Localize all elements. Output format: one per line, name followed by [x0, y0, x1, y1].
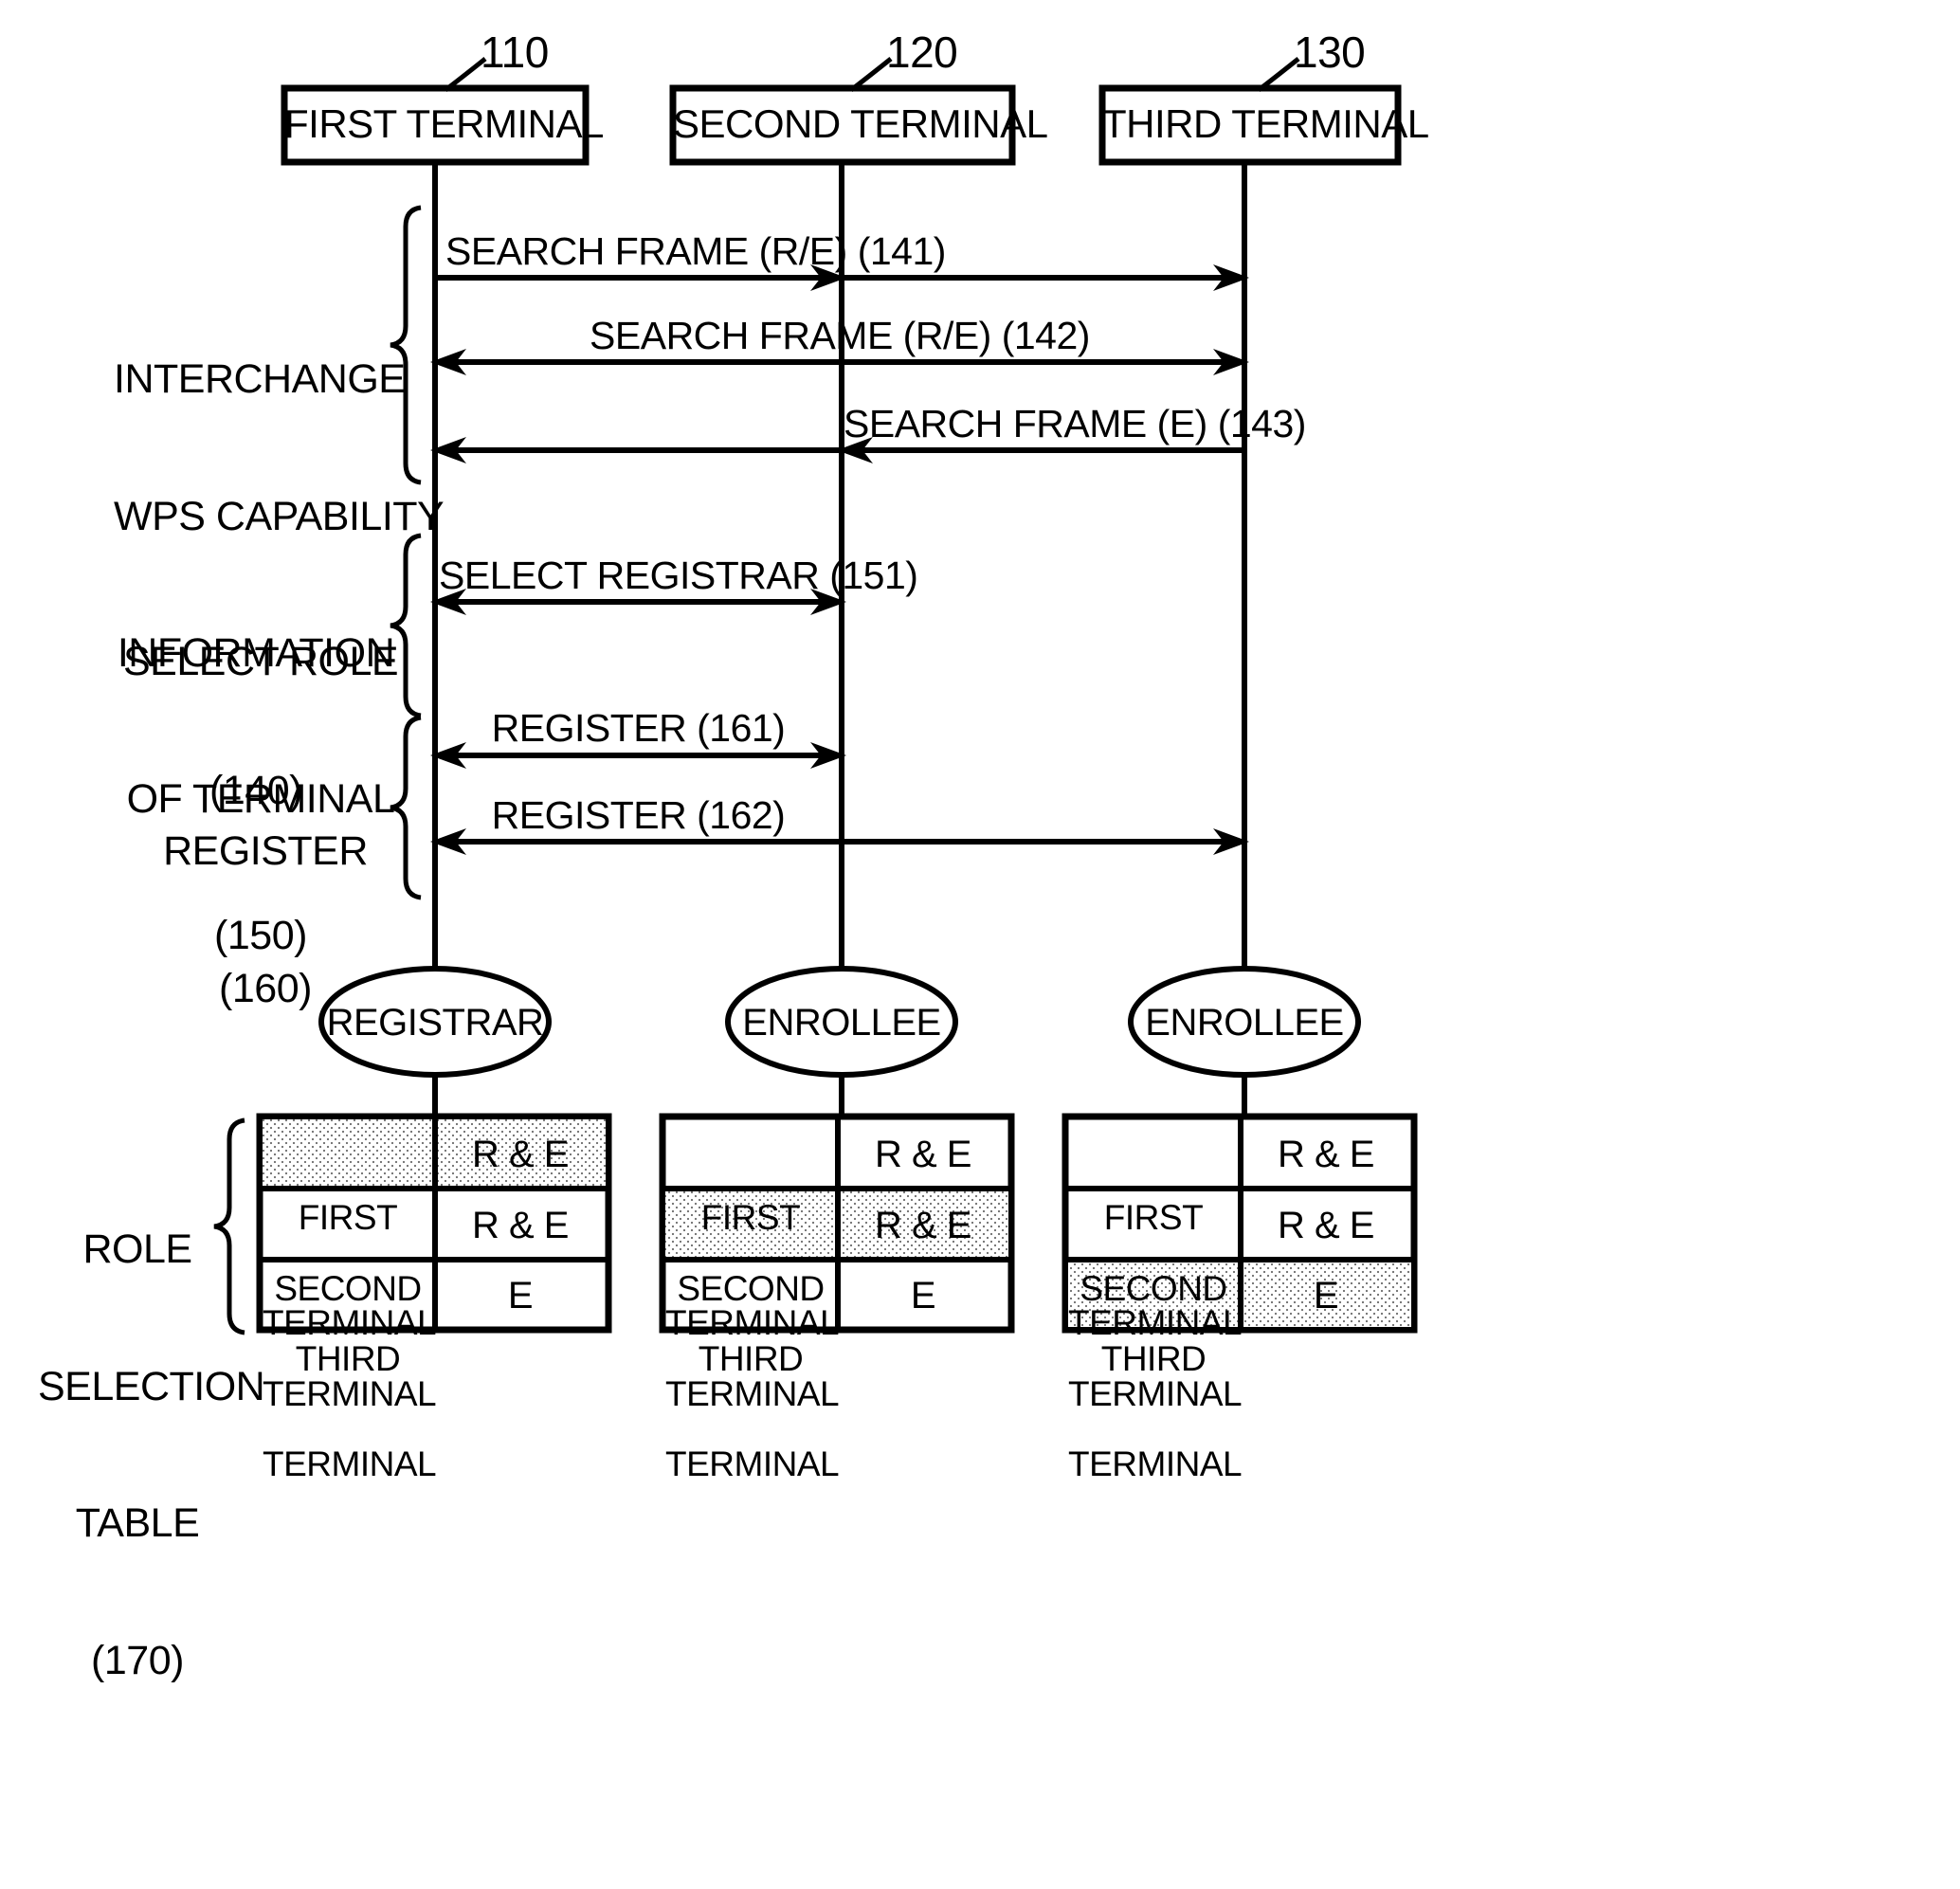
phase-label-170-line2: SELECTION	[38, 1363, 265, 1409]
table-cell-value: E	[1313, 1275, 1339, 1317]
phase-label-140-line1: INTERCHANGE	[114, 356, 406, 403]
table-cell-value: R & E	[875, 1205, 971, 1246]
table-cell-value: R & E	[1278, 1205, 1374, 1246]
table-row-name: THIRD TERMINAL	[665, 1271, 840, 1552]
cell-name-line1: THIRD	[1100, 1339, 1207, 1378]
table-cell-value: R & E	[472, 1134, 569, 1175]
table-row-name: THIRD TERMINAL	[263, 1271, 437, 1552]
table-cell-value: E	[507, 1275, 534, 1317]
table-cell-value: E	[910, 1275, 936, 1317]
role-label-130: ENROLLEE	[1145, 1002, 1344, 1044]
phase-label-150-line1: SELECT ROLE	[123, 639, 399, 685]
phase-label-170: ROLE SELECTION TABLE (170)	[38, 1135, 265, 1774]
cell-name-line1: THIRD	[295, 1339, 401, 1378]
phase-label-160: REGISTER (160)	[142, 737, 389, 1102]
table-cell-value: R & E	[472, 1205, 569, 1246]
table-cell-value: R & E	[875, 1134, 971, 1175]
cell-name-line2: TERMINAL	[1068, 1444, 1243, 1483]
terminal-label-130: THIRD TERMINAL	[1102, 101, 1429, 146]
table-row-name: THIRD TERMINAL	[1068, 1271, 1243, 1552]
table-cell-value: R & E	[1278, 1134, 1374, 1175]
phase-label-170-line1: ROLE	[82, 1226, 192, 1273]
reference-number-110: 110	[481, 27, 549, 77]
message-label-141: SEARCH FRAME (R/E) (141)	[445, 229, 946, 273]
phase-label-140-line2: WPS CAPABILITY	[114, 493, 445, 539]
reference-number-120: 120	[886, 27, 958, 77]
cell-name-line2: TERMINAL	[263, 1444, 437, 1483]
role-label-110: REGISTRAR	[326, 1002, 544, 1044]
cell-name-line2: TERMINAL	[665, 1444, 840, 1483]
message-label-161: REGISTER (161)	[491, 706, 786, 750]
phase-label-170-line3: TABLE	[75, 1500, 200, 1547]
role-label-120: ENROLLEE	[742, 1002, 941, 1044]
message-label-151: SELECT REGISTRAR (151)	[439, 554, 918, 597]
terminal-label-110: FIRST TERMINAL	[284, 101, 604, 146]
reference-number-130: 130	[1294, 27, 1366, 77]
message-label-142: SEARCH FRAME (R/E) (142)	[590, 314, 1090, 357]
phase-label-160-line1: REGISTER	[163, 828, 368, 875]
cell-name-line1: THIRD	[698, 1339, 804, 1378]
figure-canvas: 110 120 130 FIRST TERMINAL SECOND TERMIN…	[0, 0, 1960, 1889]
phase-label-170-line4: (170)	[91, 1637, 184, 1683]
message-label-143: SEARCH FRAME (E) (143)	[844, 402, 1306, 445]
terminal-label-120: SECOND TERMINAL	[673, 101, 1048, 146]
message-label-162: REGISTER (162)	[491, 793, 786, 837]
